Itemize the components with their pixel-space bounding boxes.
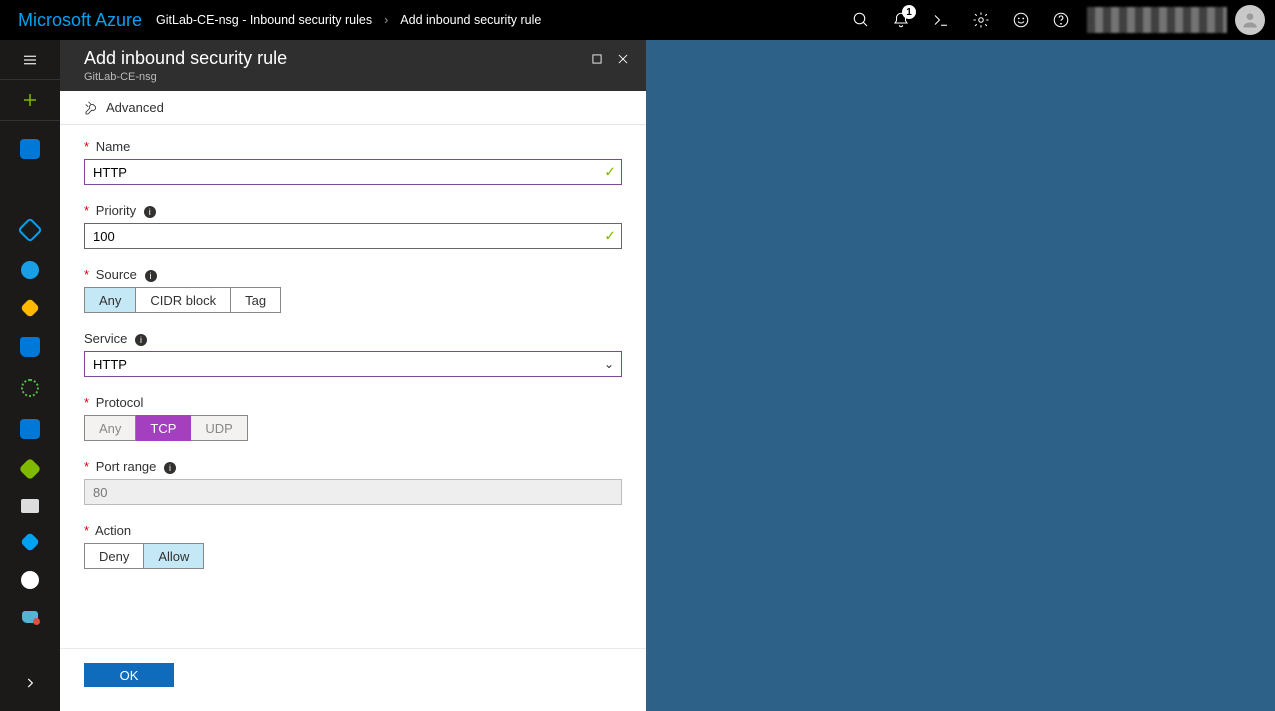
action-option-allow[interactable]: Allow <box>144 543 204 569</box>
top-bar: Microsoft Azure GitLab-CE-nsg - Inbound … <box>0 0 1275 40</box>
account-name-obscured[interactable] <box>1087 7 1227 33</box>
required-marker: * <box>84 523 89 538</box>
required-marker: * <box>84 203 89 218</box>
rail-item-7[interactable] <box>21 379 39 397</box>
new-resource-icon[interactable] <box>0 80 60 120</box>
top-right-controls: 1 <box>841 0 1275 40</box>
protocol-label: Protocol <box>96 395 144 410</box>
source-option-tag[interactable]: Tag <box>231 287 281 313</box>
protocol-option-any[interactable]: Any <box>84 415 136 441</box>
service-label: Service <box>84 331 127 346</box>
left-nav-rail <box>0 40 60 711</box>
validated-check-icon: ✓ <box>604 228 616 245</box>
required-marker: * <box>84 267 89 282</box>
portrange-input <box>84 479 622 505</box>
required-marker: * <box>84 395 89 410</box>
blade-close-icon[interactable] <box>616 52 630 71</box>
source-segmented: Any CIDR block Tag <box>84 287 622 313</box>
rail-item-4[interactable] <box>21 261 39 279</box>
settings-gear-icon[interactable] <box>961 0 1001 40</box>
source-option-cidr[interactable]: CIDR block <box>136 287 231 313</box>
blade-footer: OK <box>60 648 646 711</box>
wrench-icon <box>84 100 100 116</box>
rule-form: * Name ✓ * Priority i ✓ <box>60 125 646 648</box>
rail-item-8[interactable] <box>20 419 40 439</box>
protocol-option-udp[interactable]: UDP <box>191 415 247 441</box>
workspace-background <box>646 40 1275 711</box>
info-icon[interactable]: i <box>164 462 176 474</box>
breadcrumb-separator: › <box>384 13 388 27</box>
name-label: Name <box>96 139 131 154</box>
rail-item-12[interactable] <box>21 571 39 589</box>
notifications-badge: 1 <box>902 5 916 19</box>
action-segmented: Deny Allow <box>84 543 622 569</box>
service-select[interactable]: HTTP <box>84 351 622 377</box>
blade-add-inbound-rule: Add inbound security rule GitLab-CE-nsg … <box>60 40 646 711</box>
info-icon[interactable]: i <box>135 334 147 346</box>
rail-item-10[interactable] <box>21 499 39 513</box>
breadcrumb-item-2[interactable]: Add inbound security rule <box>400 13 541 27</box>
account-avatar[interactable] <box>1235 5 1265 35</box>
source-label: Source <box>96 267 137 282</box>
rail-item-6[interactable] <box>20 337 40 357</box>
info-icon[interactable]: i <box>145 270 157 282</box>
ok-button[interactable]: OK <box>84 663 174 687</box>
breadcrumb-item-1[interactable]: GitLab-CE-nsg - Inbound security rules <box>156 13 372 27</box>
hamburger-menu-icon[interactable] <box>0 40 60 80</box>
rail-item-13[interactable] <box>22 611 38 623</box>
required-marker: * <box>84 139 89 154</box>
cloud-shell-icon[interactable] <box>921 0 961 40</box>
breadcrumb: GitLab-CE-nsg - Inbound security rules ›… <box>156 13 541 27</box>
advanced-toggle[interactable]: Advanced <box>84 100 164 116</box>
advanced-toggle-label: Advanced <box>106 100 164 115</box>
info-icon[interactable]: i <box>144 206 156 218</box>
rail-item-5[interactable] <box>20 298 40 318</box>
rail-item-1[interactable] <box>20 139 40 159</box>
protocol-segmented: Any TCP UDP <box>84 415 622 441</box>
rail-item-9[interactable] <box>19 458 42 481</box>
blade-maximize-icon[interactable] <box>590 52 604 71</box>
feedback-smile-icon[interactable] <box>1001 0 1041 40</box>
blade-header: Add inbound security rule GitLab-CE-nsg <box>60 40 646 91</box>
name-input[interactable] <box>84 159 622 185</box>
notifications-icon[interactable]: 1 <box>881 0 921 40</box>
rail-favorites <box>20 121 40 623</box>
blade-title: Add inbound security rule <box>84 48 287 69</box>
action-option-deny[interactable]: Deny <box>84 543 144 569</box>
required-marker: * <box>84 459 89 474</box>
protocol-option-tcp[interactable]: TCP <box>136 415 191 441</box>
rail-item-11[interactable] <box>20 532 40 552</box>
priority-input[interactable] <box>84 223 622 249</box>
source-option-any[interactable]: Any <box>84 287 136 313</box>
rail-expand-icon[interactable] <box>0 663 60 703</box>
rail-item-2[interactable] <box>21 181 39 199</box>
search-icon[interactable] <box>841 0 881 40</box>
help-icon[interactable] <box>1041 0 1081 40</box>
portrange-label: Port range <box>96 459 157 474</box>
brand-logo[interactable]: Microsoft Azure <box>0 10 156 31</box>
blade-command-bar: Advanced <box>60 91 646 125</box>
blade-subtitle: GitLab-CE-nsg <box>84 71 287 83</box>
action-label: Action <box>95 523 131 538</box>
priority-label: Priority <box>96 203 136 218</box>
rail-item-3[interactable] <box>17 217 42 242</box>
validated-check-icon: ✓ <box>604 164 616 181</box>
